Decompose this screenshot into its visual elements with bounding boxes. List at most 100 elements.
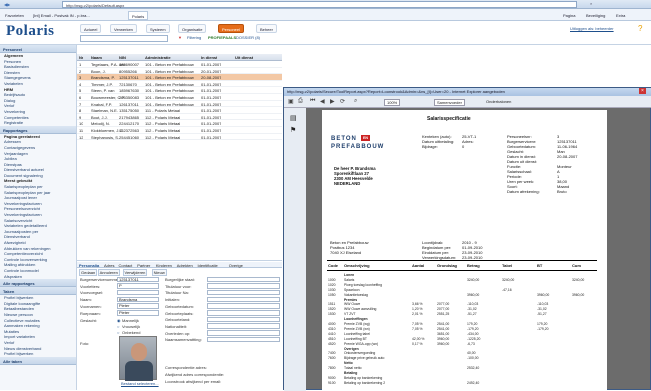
table-cell: 101 - Beton en Prefabbouw (145, 62, 194, 67)
radio-mannelijk[interactable]: ◉ (117, 318, 121, 323)
radio-vrouwelijk[interactable]: ○ (117, 324, 119, 329)
bookmark-icon[interactable]: ⚑ (290, 126, 296, 134)
table-row[interactable]: 8 Staelman, N.E. 135175050 111 - Polaris Me… (77, 107, 282, 114)
tab-kinderen[interactable]: Kinderen (156, 263, 172, 268)
favorites-tab[interactable]: Favorieten (2, 11, 27, 20)
filter-icon[interactable]: ▼ (178, 35, 182, 40)
module-personeel[interactable]: Personeel (218, 24, 245, 33)
module-actueel[interactable]: Actueel (80, 24, 102, 33)
radio-label-mannelijk: Mannelijk (122, 318, 139, 323)
table-row[interactable]: 5 Steen, P. van 185967630 101 - Beton en Pr… (77, 87, 282, 94)
page-thumbnail-icon[interactable]: ▤ (290, 114, 297, 122)
column-header-nin[interactable]: NIN (119, 55, 126, 60)
filter-button[interactable]: Filtering (187, 35, 201, 40)
annuleren-button[interactable]: Annuleren (97, 268, 120, 276)
address-bar[interactable]: http://nsg-v2/polaris/Default.aspx (62, 1, 577, 8)
table-cell: 185690007 (119, 62, 140, 67)
help-icon[interactable]: ? (638, 24, 642, 33)
table-row[interactable]: 6 Bouwmeester, C.P. 205350083 101 - Beton e… (77, 94, 282, 101)
module-beheer[interactable]: Beheer (256, 24, 277, 33)
print-icon[interactable]: ⎙ (298, 98, 303, 105)
prev-page-icon[interactable]: ◀ (320, 98, 325, 105)
initialen-field[interactable] (207, 296, 280, 303)
sidebar-section-taken[interactable]: Taken (0, 287, 76, 296)
payslip-cell: 1530 (328, 312, 336, 317)
overleden-op-field[interactable] (207, 330, 280, 336)
tab-adrekten[interactable]: Adrekten (177, 263, 193, 268)
column-header-uit-dienst[interactable]: Uit dienst (235, 55, 253, 60)
dossier-link[interactable]: DOSSIER (8) (236, 35, 260, 40)
sidebar-section-rapportages[interactable]: Rapportages (0, 125, 76, 134)
voorvoegsel-field[interactable] (117, 289, 159, 296)
logout-link[interactable]: Uitloggen als: beheerder (570, 26, 614, 31)
zoom-select[interactable]: 100% (384, 99, 401, 106)
nationaliteit-field[interactable] (207, 323, 280, 329)
table-cell: 20-08-2007 (201, 75, 222, 81)
table-cell: 3 (79, 75, 82, 81)
tab-adres[interactable]: Adres (104, 263, 114, 268)
table-row[interactable]: 10 Melodij, N. 224412170 112 - Polaris Meta… (77, 120, 282, 127)
table-row[interactable]: 7 Knabal, F.P. 126137011 101 - Beton en Pre… (77, 101, 282, 108)
roepnaam-field[interactable]: Pieter (117, 310, 159, 316)
titulatuur-voor-field[interactable] (207, 283, 280, 289)
naam-field[interactable]: Brandsma (117, 296, 159, 303)
tab-overige[interactable]: Overige (229, 263, 243, 268)
tab-personalia[interactable]: Personalia (79, 263, 99, 268)
next-page-icon[interactable]: ▶ (330, 98, 335, 105)
column-header-in-dienst[interactable]: In dienst (201, 55, 217, 60)
table-row[interactable]: 11 Klokbloemen, J.G. 122372563 112 - Polari… (77, 127, 282, 134)
select-file-link[interactable]: Bestand selecteren... (121, 381, 159, 386)
search-field[interactable]: Samenvoeder (434, 99, 465, 106)
voorletters-field[interactable]: P (117, 283, 159, 289)
next-button[interactable]: Onderbalonen (486, 99, 511, 104)
table-cell: 12 (79, 134, 84, 140)
module-organisatie[interactable]: Organisatie (178, 24, 207, 33)
verwijderen-button[interactable]: Verwijderen (122, 268, 148, 276)
first-page-icon[interactable]: ⏮ (310, 98, 315, 105)
save-icon[interactable]: ▣ (288, 98, 294, 105)
tab-polaris[interactable]: Polaris (128, 11, 149, 20)
menu-tools[interactable]: Extra (613, 11, 628, 20)
sidebar-section-alle-taken[interactable]: Alle taken (0, 356, 76, 365)
column-header-naam[interactable]: Naam (91, 55, 102, 60)
module-systeem[interactable]: Systeem (146, 24, 170, 33)
module-verwerken[interactable]: Verwerken (110, 24, 137, 33)
close-icon[interactable]: × (639, 88, 646, 94)
table-row[interactable]: 1 Tegelaars, P.A. den 185690007 101 - Beton… (77, 61, 282, 68)
naamsamenvattting-field[interactable] (207, 336, 280, 343)
tab-partner[interactable]: Partner (137, 263, 150, 268)
column-header-nr[interactable]: Nr (79, 55, 83, 60)
tab-email[interactable]: [Int] Email - Postvak IN - p.bra... (30, 11, 93, 20)
initialen-label: Initialen: (165, 297, 180, 303)
table-cell: Knabal, F.P. (91, 101, 113, 107)
voornamen-field[interactable]: Pieter (117, 303, 159, 309)
search-input[interactable] (80, 35, 168, 42)
menu-security[interactable]: Beveiliging (583, 11, 608, 20)
geboorteplaats-field[interactable] (207, 310, 280, 316)
burgerlijke-staat-field[interactable] (207, 276, 280, 282)
column-header-administratie[interactable]: Administratie (145, 55, 171, 60)
radio-onbekend[interactable]: ○ (117, 330, 119, 335)
titulatuur-na-field[interactable] (207, 289, 280, 296)
table-row[interactable]: 12 Stephanosis, S. 254451060 112 - Polaris … (77, 134, 282, 141)
geboortedatum-field[interactable] (207, 303, 280, 309)
refresh-icon[interactable]: ⟳ (340, 98, 345, 105)
sidebar-section-personeel[interactable]: Personeel (0, 45, 76, 53)
burgerservicenummer-field[interactable]: 125137011 (117, 276, 159, 282)
geboorteland-field[interactable] (207, 316, 280, 323)
sidebar-section-alle-rapportages[interactable]: Alle rapportages (0, 279, 76, 288)
tab-identificatie[interactable]: Identificatie (198, 263, 218, 268)
menu-page[interactable]: Pagina (560, 11, 578, 20)
back-icon[interactable]: ◀▶ (4, 2, 10, 7)
profile-label[interactable]: PROFIEPAALS (208, 35, 236, 40)
table-row[interactable]: 3 Brandsma, P. 125137011 101 - Beton en Pre… (77, 74, 282, 81)
table-row[interactable]: 2 Boon, J. 80955266 101 - Beton en Prefabbo… (77, 68, 282, 75)
zoom-icon[interactable]: ⌕ (354, 98, 357, 105)
table-cell: 112 - Polaris Metaal (145, 121, 181, 127)
nieuw-button[interactable]: Nieuw (151, 268, 167, 276)
tab-contact[interactable]: Contact (119, 263, 133, 268)
table-row[interactable]: 4 Timmer, J.P. 72130670 101 - Beton en Pref… (77, 81, 282, 88)
gedaan-button[interactable]: Gedaan (79, 268, 98, 276)
table-row[interactable]: 9 Bout, J.J. 217943865 112 - Polaris Metaal… (77, 114, 282, 121)
search-icon[interactable]: ⌕ (590, 1, 592, 6)
